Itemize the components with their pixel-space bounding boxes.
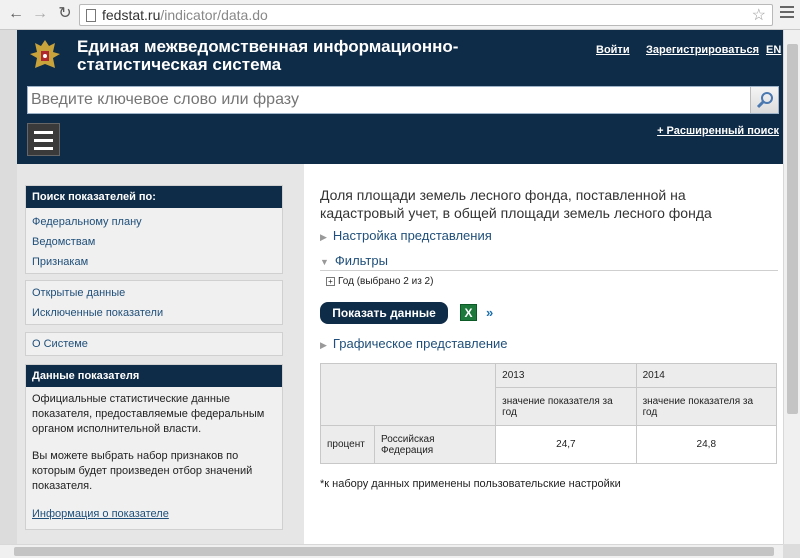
sdmx-export-icon[interactable]: » (486, 306, 504, 319)
open-data-block: Открытые данные Исключенные показатели (25, 280, 283, 325)
advanced-search-link[interactable]: + Расширенный поиск (657, 125, 779, 137)
indicator-info-link[interactable]: Информация о показателе (26, 504, 282, 524)
year-filter[interactable]: + Год (выбрано 2 из 2) (326, 276, 433, 287)
sidebar-item-agencies[interactable]: Ведомствам (26, 232, 282, 252)
search-by-block: Поиск показателей по: Федеральному плану… (25, 185, 283, 274)
value-cell: 24,7 (495, 425, 637, 464)
page-icon (86, 9, 96, 22)
scroll-thumb[interactable] (787, 44, 798, 414)
measure-header: значение показателя за год (495, 387, 637, 426)
browser-menu-icon[interactable] (780, 6, 794, 20)
sidebar-item-federal-plan[interactable]: Федеральному плану (26, 212, 282, 232)
expand-triangle-icon: ▶ (320, 232, 327, 242)
address-bar[interactable]: fedstat.ru/indicator/data.do ☆ (79, 4, 773, 26)
measure-header: значение показателя за год (635, 387, 778, 426)
plus-icon[interactable]: + (326, 276, 335, 286)
coat-of-arms-icon (30, 40, 60, 68)
forward-icon[interactable]: → (30, 4, 50, 24)
excel-export-icon[interactable]: X (460, 304, 477, 321)
sidebar-item-open-data[interactable]: Открытые данные (26, 283, 282, 303)
indicator-data-heading: Данные показателя (26, 365, 282, 387)
filters-toggle[interactable]: ▼ Фильтры (320, 253, 388, 268)
url-text[interactable]: fedstat.ru/indicator/data.do (102, 7, 268, 23)
sidebar-item-attributes[interactable]: Признакам (26, 252, 282, 272)
bookmark-star-icon[interactable]: ☆ (752, 5, 766, 25)
login-link[interactable]: Войти (596, 44, 630, 56)
scroll-thumb[interactable] (14, 547, 774, 556)
horizontal-scrollbar[interactable] (0, 544, 783, 558)
content-area: Поиск показателей по: Федеральному плану… (17, 164, 783, 544)
search-icon (756, 92, 773, 109)
value-cell: 24,8 (635, 425, 778, 464)
indicator-title: Доля площади земель лесного фонда, поста… (320, 187, 712, 221)
indicator-data-block: Данные показателя Официальные статистиче… (25, 364, 283, 530)
sidebar: Поиск показателей по: Федеральному плану… (17, 164, 304, 544)
view-settings-toggle[interactable]: ▶ Настройка представления (320, 228, 492, 243)
year-header: 2014 (635, 363, 778, 388)
expand-triangle-icon: ▶ (320, 340, 327, 350)
collapse-triangle-icon: ▼ (320, 257, 329, 267)
lang-link[interactable]: EN (766, 44, 781, 56)
browser-toolbar: ← → ↻ fedstat.ru/indicator/data.do ☆ (0, 0, 800, 30)
chart-view-toggle[interactable]: ▶ Графическое представление (320, 336, 508, 351)
register-link[interactable]: Зарегистрироваться (646, 44, 759, 56)
settings-note: *к набору данных применены пользовательс… (320, 478, 621, 490)
filters-divider (320, 270, 778, 271)
indicator-description: Официальные статистические данные показа… (32, 393, 265, 435)
search-box (27, 86, 779, 114)
about-block: О Системе (25, 332, 283, 356)
sidebar-item-excluded[interactable]: Исключенные показатели (26, 303, 282, 323)
back-icon[interactable]: ← (6, 4, 26, 24)
search-by-heading: Поиск показателей по: (26, 186, 282, 208)
site-header: Единая межведомственная информационно-ст… (17, 30, 783, 164)
table-corner (319, 363, 497, 426)
unit-cell: процент (320, 425, 375, 464)
site-title: Единая межведомственная информационно-ст… (77, 37, 459, 74)
search-input[interactable] (28, 87, 750, 113)
main-panel: Доля площади земель лесного фонда, поста… (319, 164, 783, 544)
region-cell: Российская Федерация (373, 425, 497, 464)
show-data-button[interactable]: Показать данные (320, 302, 448, 324)
year-header: 2013 (495, 363, 637, 388)
menu-button[interactable] (27, 123, 60, 156)
data-table: 2013 2014 значение показателя за год зна… (319, 363, 778, 464)
sidebar-item-about[interactable]: О Системе (26, 334, 282, 354)
search-button[interactable] (750, 87, 778, 113)
reload-icon[interactable]: ↻ (55, 4, 75, 24)
vertical-scrollbar[interactable] (783, 30, 800, 544)
indicator-selection-hint: Вы можете выбрать набор признаков по кот… (32, 450, 253, 492)
